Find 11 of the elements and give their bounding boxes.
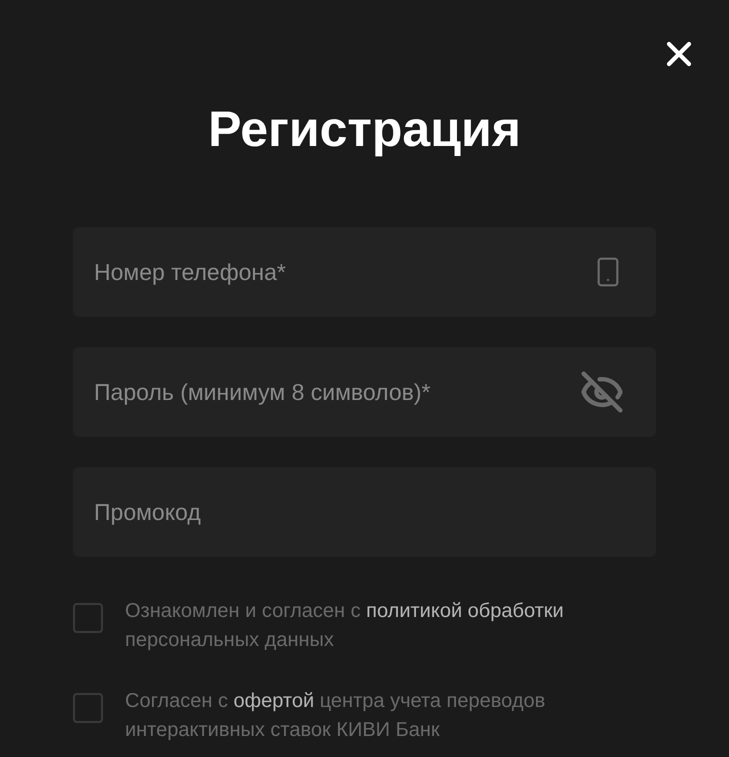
agreement-text: Ознакомлен и согласен с политикой обработки персональных данных [125,599,565,653]
dialog-title: Регистрация [207,100,522,159]
checkbox[interactable] [73,693,103,723]
agreement-link[interactable]: офертой [234,690,314,712]
agreement-text: Согласен с офертой центра учета переводов интерактивных ставок КИВИ Банк [125,689,546,743]
eye-off-icon[interactable] [580,370,624,414]
input-field[interactable]: Промокод [73,467,656,557]
agreement-link[interactable]: политикой обработки [366,600,564,622]
checkbox[interactable] [73,603,103,633]
input-field[interactable]: Пароль (минимум 8 символов)* [73,347,656,437]
input-field[interactable]: Номер телефона* [73,227,656,317]
